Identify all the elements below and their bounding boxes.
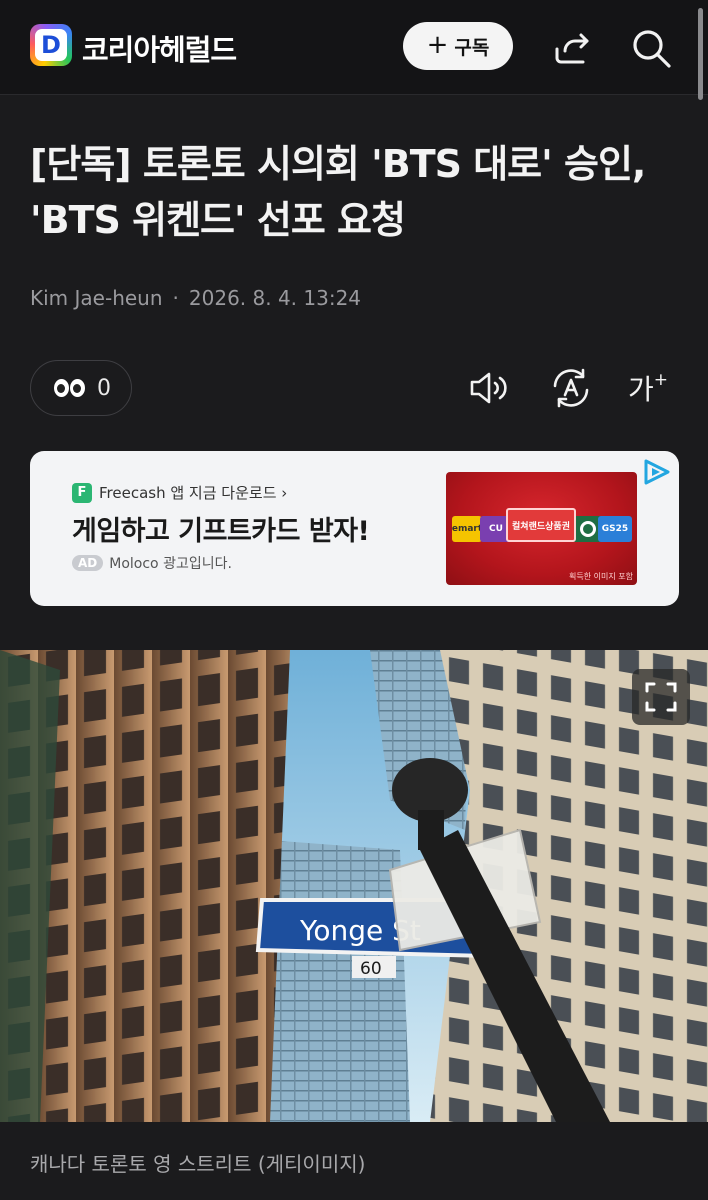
publish-datetime: 2026. 8. 4. 13:24 [188,286,362,310]
ad-headline[interactable]: 게임하고 기프트카드 받자! [72,509,370,548]
starbucks-logo-icon [580,521,596,537]
app-logo-icon[interactable]: D [30,24,72,66]
font-size-label: 가 [628,373,654,406]
share-icon[interactable] [551,27,593,69]
article-photo[interactable]: Yonge St 60 [0,650,708,1122]
translate-icon[interactable] [549,366,593,410]
ad-image[interactable]: emart CU GS25 컬쳐랜드상품권 획득한 이미지 포함 [446,472,637,585]
ad-source-label: Freecash 앱 지금 다운로드 › [99,484,288,502]
font-size-icon[interactable]: 가+ [628,368,672,412]
ad-source[interactable]: F Freecash 앱 지금 다운로드 › [72,482,287,503]
freecash-logo-icon: F [72,482,92,503]
gift-card: emart [452,516,482,542]
eyes-emoji-icon [53,377,87,399]
photo-caption: 캐나다 토론토 영 스트리트 (게티이미지) [30,1152,366,1176]
ad-note: Moloco 광고입니다. [109,556,232,572]
subscribe-label: 구독 [454,36,490,59]
article-title: [단독] 토론토 시의회 'BTS 대로' 승인, 'BTS 위켄드' 선포 요… [30,142,646,242]
ad-tag: AD [72,555,104,571]
author-name[interactable]: Kim Jae-heun [30,286,163,310]
reaction-button[interactable]: 0 [30,360,132,416]
article-meta: Kim Jae-heun · 2026. 8. 4. 13:24 [30,286,361,310]
search-icon[interactable] [630,27,672,69]
gift-card: GS25 [598,516,632,542]
scrollbar[interactable] [698,8,703,100]
subscribe-button[interactable]: + 구독 [403,22,513,70]
font-size-plus: + [653,369,669,390]
logo-letter: D [41,31,61,59]
text-to-speech-icon[interactable] [468,366,512,410]
ad-choices-icon[interactable] [641,458,671,486]
plus-icon: + [426,29,449,60]
street-sign-number: 60 [360,959,382,979]
meta-separator: · [172,286,179,310]
ad-disclosure: AD Moloco 광고입니다. [72,553,232,573]
app-header: D 코리아헤럴드 + 구독 [0,0,708,95]
gift-card-featured: 컬쳐랜드상품권 [506,508,576,542]
brand-name[interactable]: 코리아헤럴드 [82,27,237,69]
fullscreen-expand-icon[interactable] [632,669,690,725]
ad-banner[interactable]: F Freecash 앱 지금 다운로드 › 게임하고 기프트카드 받자! AD… [30,451,679,606]
ad-fine-print: 획득한 이미지 포함 [569,572,633,581]
reaction-count: 0 [97,375,111,401]
